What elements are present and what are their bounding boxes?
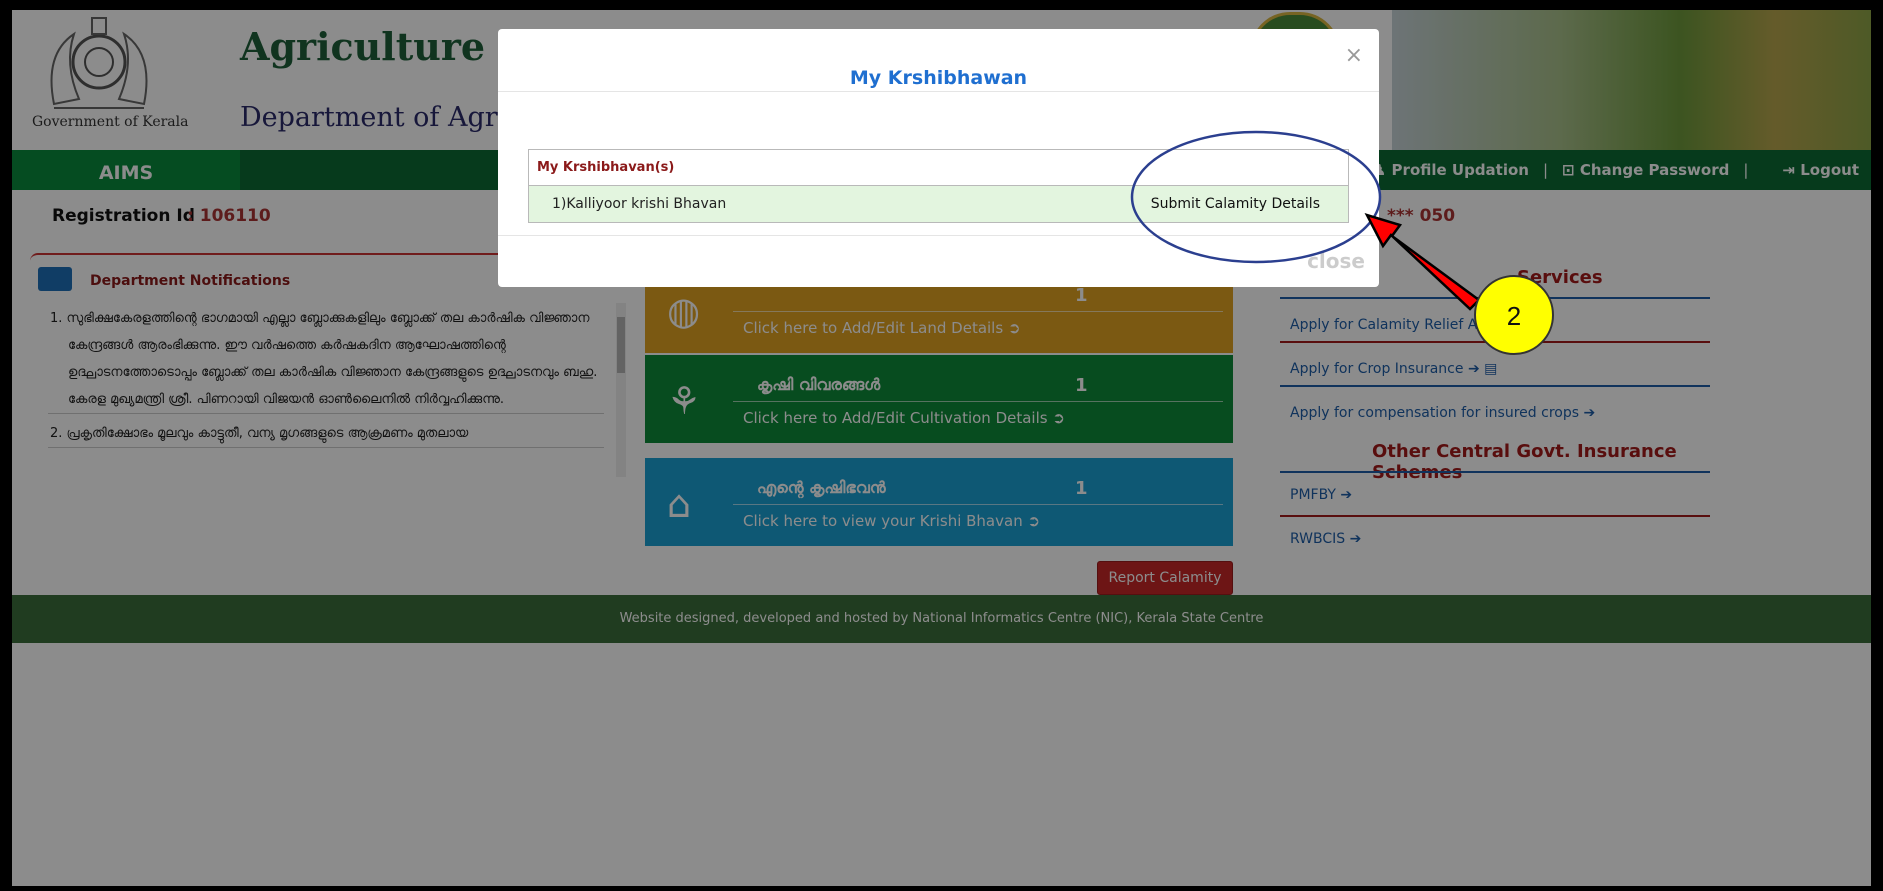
step-number-badge: 2 xyxy=(1474,275,1554,355)
krishibhavan-name: 1)Kalliyoor krishi Bhavan xyxy=(552,196,727,212)
close-icon[interactable]: × xyxy=(1345,43,1363,68)
modal-title: My Krshibhawan xyxy=(849,67,1028,89)
krishibhavan-table: My Krshibhavan(s) 1)Kalliyoor krishi Bha… xyxy=(528,149,1349,223)
table-header: My Krshibhavan(s) xyxy=(529,150,1348,186)
modal-divider xyxy=(498,91,1379,92)
modal-close-button[interactable]: close xyxy=(1307,249,1365,273)
modal-divider xyxy=(498,235,1379,236)
my-krshibhawan-modal: My Krshibhawan × My Krshibhavan(s) 1)Kal… xyxy=(498,29,1379,287)
table-row: 1)Kalliyoor krishi Bhavan Submit Calamit… xyxy=(529,186,1348,222)
submit-calamity-details-link[interactable]: Submit Calamity Details xyxy=(1151,186,1320,222)
